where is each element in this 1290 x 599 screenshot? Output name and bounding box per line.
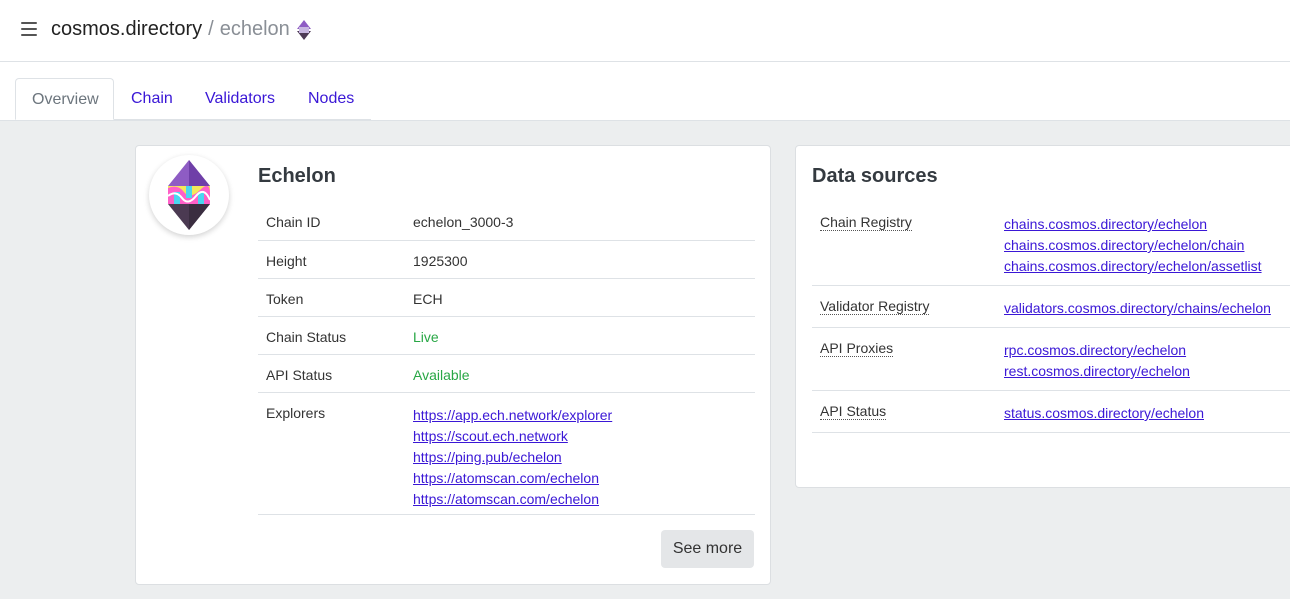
api-status-source-links: status.cosmos.directory/echelon [1004,390,1290,433]
table-row: Explorers https://app.ech.network/explor… [258,392,755,515]
explorers-list: https://app.ech.network/explorer https:/… [413,392,755,515]
api-status-source-label: API Status [812,390,1004,433]
explorer-link[interactable]: https://scout.ech.network [413,426,755,447]
explorer-link[interactable]: https://atomscan.com/echelon [413,468,755,489]
chain-title: Echelon [258,165,336,187]
chain-registry-links: chains.cosmos.directory/echelon chains.c… [1004,202,1290,286]
table-row: Height 1925300 [258,240,755,279]
table-row: API Proxies rpc.cosmos.directory/echelon… [812,327,1290,391]
table-row: API Status Available [258,354,755,393]
chain-status-label: Chain Status [258,316,413,355]
tab-nodes[interactable]: Nodes [308,78,354,120]
tab-overview[interactable]: Overview [15,78,114,120]
chain-slug: echelon [219,18,290,40]
chain-status-value: Live [413,316,755,355]
chain-id-label: Chain ID [258,202,413,241]
echelon-logo-icon [297,20,311,40]
explorer-link[interactable]: https://ping.pub/echelon [413,447,755,468]
validator-registry-links: validators.cosmos.directory/chains/echel… [1004,285,1290,328]
api-status-label: API Status [258,354,413,393]
tab-bar: Overview Chain Validators Nodes [0,62,1290,121]
chain-avatar [149,155,229,235]
explorer-link[interactable]: https://atomscan.com/echelon [413,489,755,510]
source-link[interactable]: chains.cosmos.directory/echelon [1004,214,1290,235]
tab-chain[interactable]: Chain [131,78,173,120]
see-more-button[interactable]: See more [661,530,754,568]
site-name[interactable]: cosmos.directory [51,18,202,40]
table-row: API Status status.cosmos.directory/echel… [812,390,1290,433]
top-navbar: cosmos.directory / echelon [0,0,1290,62]
table-row: Chain Status Live [258,316,755,355]
table-row: Token ECH [258,278,755,317]
source-link[interactable]: rpc.cosmos.directory/echelon [1004,340,1290,361]
api-status-value: Available [413,354,755,393]
chain-info-table: Chain ID echelon_3000-3 Height 1925300 T… [258,202,755,515]
breadcrumb-separator: / [208,18,214,40]
source-link[interactable]: status.cosmos.directory/echelon [1004,403,1290,424]
table-row: Chain Registry chains.cosmos.directory/e… [812,202,1290,286]
data-sources-card: Data sources Chain Registry chains.cosmo… [795,145,1290,488]
explorers-label: Explorers [258,392,413,515]
api-proxies-label: API Proxies [812,327,1004,391]
height-value: 1925300 [413,240,755,279]
table-row: Validator Registry validators.cosmos.dir… [812,285,1290,328]
source-link[interactable]: chains.cosmos.directory/echelon/chain [1004,235,1290,256]
token-label: Token [258,278,413,317]
table-row: Chain ID echelon_3000-3 [258,202,755,241]
token-value: ECH [413,278,755,317]
echelon-logo-icon [167,160,211,230]
tab-validators[interactable]: Validators [205,78,275,120]
data-sources-table: Chain Registry chains.cosmos.directory/e… [812,202,1290,433]
chain-overview-card: Echelon Chain ID echelon_3000-3 Height 1… [135,145,771,585]
api-proxies-links: rpc.cosmos.directory/echelon rest.cosmos… [1004,327,1290,391]
source-link[interactable]: validators.cosmos.directory/chains/echel… [1004,298,1290,319]
breadcrumb: cosmos.directory / echelon [51,18,290,41]
chain-registry-label: Chain Registry [812,202,1004,286]
validator-registry-label: Validator Registry [812,285,1004,328]
source-link[interactable]: rest.cosmos.directory/echelon [1004,361,1290,382]
data-sources-title: Data sources [812,165,938,187]
height-label: Height [258,240,413,279]
explorer-link[interactable]: https://app.ech.network/explorer [413,405,755,426]
chain-id-value: echelon_3000-3 [413,202,755,241]
source-link[interactable]: chains.cosmos.directory/echelon/assetlis… [1004,256,1290,277]
hamburger-icon[interactable] [21,22,37,38]
